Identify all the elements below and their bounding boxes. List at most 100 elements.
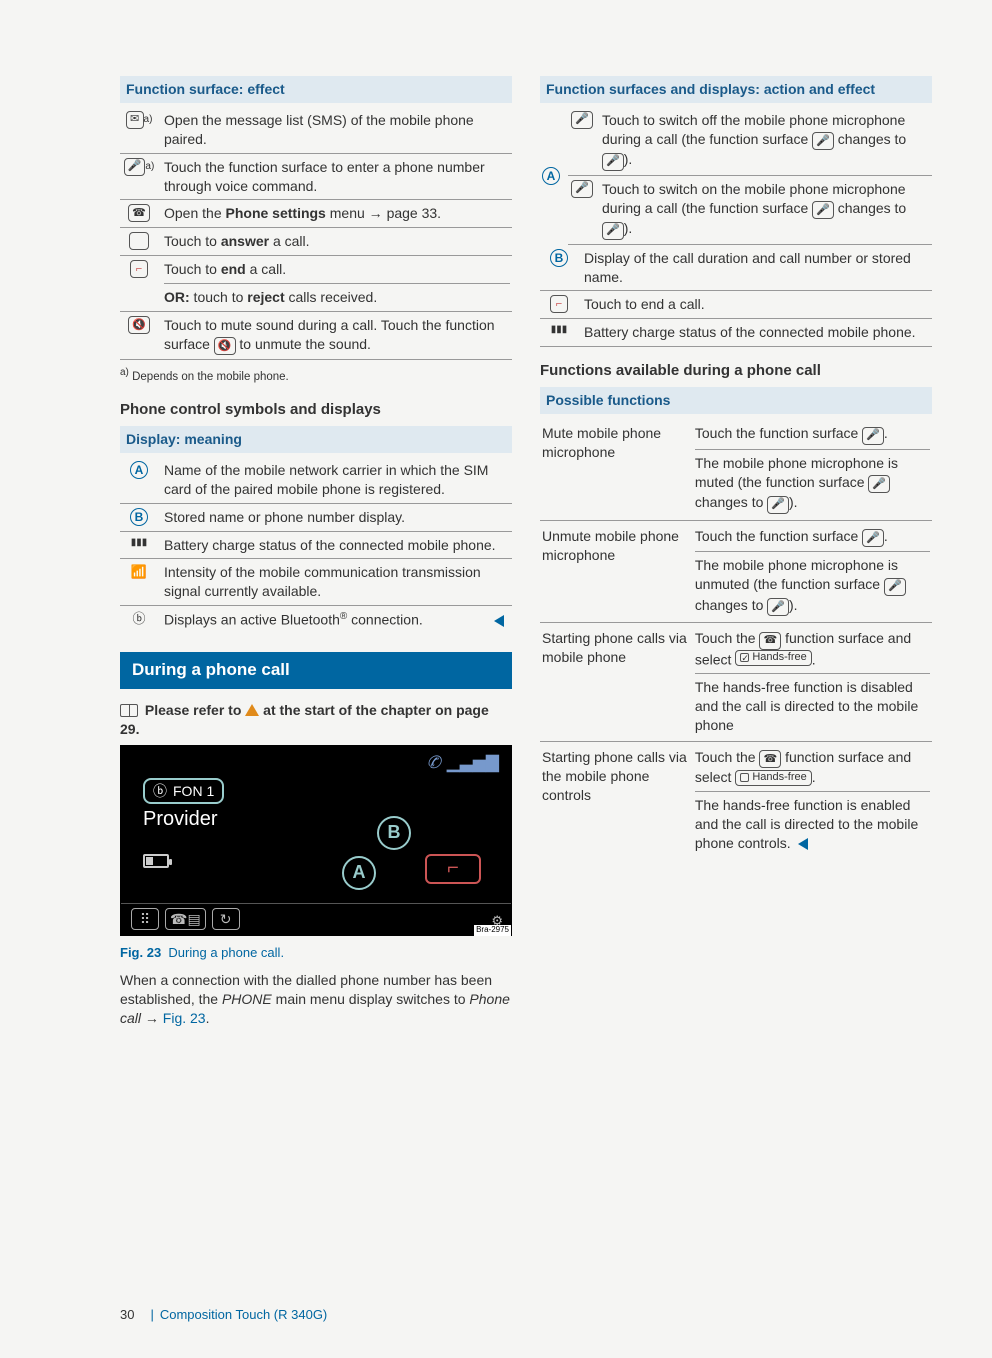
possible-functions-header: Possible functions — [540, 387, 932, 414]
t: . — [206, 1010, 210, 1026]
t: ). — [624, 220, 633, 236]
ss-marker-a: A — [342, 856, 376, 890]
ss-keypad-icon: ⠿ — [131, 908, 159, 930]
function-label: Mute mobile phone microphone — [540, 418, 693, 519]
table-row: 🔇 Touch to mute sound during a call. Tou… — [120, 312, 512, 360]
table-row: Touch to answer a call. — [120, 228, 512, 256]
t: changes to — [695, 597, 767, 613]
row-text: Touch the function surface to enter a ph… — [164, 158, 510, 196]
ss-battery-icon — [143, 854, 169, 868]
row-text: Touch to end a call. OR: touch to reject… — [164, 260, 510, 307]
warning-icon — [245, 704, 259, 716]
t: ). — [789, 494, 798, 510]
fig-link: Fig. 23 — [163, 1010, 206, 1026]
page-footer: 30|Composition Touch (R 340G) — [120, 1306, 327, 1324]
t: reject — [247, 289, 284, 305]
display-meaning-table: A Name of the mobile network carrier in … — [120, 457, 512, 634]
table-row: Mute mobile phone microphone Touch the f… — [540, 418, 932, 520]
table-row: ▮▮▮ Battery charge status of the connect… — [540, 319, 932, 347]
t: Please refer to — [145, 702, 245, 718]
mute-icon: 🔇 — [128, 316, 150, 334]
table-row: ☎ Open the Phone settings menu page 33. — [120, 200, 512, 228]
phone-surface-icon: ☎ — [759, 632, 781, 650]
ss-fon-chip: ⓑ FON 1 — [143, 778, 224, 805]
ss-bottom-bar: ⠿ ☎▤ ↻ — [121, 903, 511, 935]
figure-caption: Fig. 23 During a phone call. — [120, 944, 512, 962]
ss-end-call-button: ⌐ — [425, 854, 481, 884]
answer-icon — [129, 232, 149, 250]
hands-free-pill: Hands-free — [735, 770, 811, 786]
footnote-ref: a) — [145, 160, 154, 174]
mic-icon: 🎤 — [862, 529, 884, 547]
function-label: Unmute mobile phone microphone — [540, 521, 693, 622]
ss-calllog-icon: ↻ — [212, 908, 240, 930]
end-call-icon: ⌐ — [130, 260, 148, 278]
t: end — [221, 261, 246, 277]
text: a call. — [269, 233, 309, 249]
function-desc: Touch the ☎ function surface and select … — [693, 623, 932, 741]
bluetooth-icon: ⓑ — [122, 610, 156, 628]
t: ). — [624, 151, 633, 167]
t: The mobile phone microphone is unmuted (… — [695, 557, 898, 592]
action-effect-header: Function surfaces and displays: action a… — [540, 76, 932, 103]
t: changes to — [834, 200, 906, 216]
row-text: Touch to end a call. — [584, 295, 930, 314]
t: connection. — [347, 612, 423, 628]
t: The hands-free function is disabled and … — [695, 678, 930, 735]
t: touch to — [190, 289, 248, 305]
menu-name: Phone settings — [226, 205, 326, 221]
function-desc: Touch the ☎ function surface and select … — [693, 742, 932, 859]
table-row: ⌐ Touch to end a call. OR: touch to reje… — [120, 256, 512, 312]
signal-bars-icon: ▁▃▅▇ — [447, 753, 499, 772]
checkbox-icon — [740, 653, 749, 662]
message-icon: ✉ — [126, 111, 144, 129]
fon-label: FON 1 — [173, 782, 214, 801]
footnote-text: Depends on the mobile phone. — [132, 371, 289, 383]
marker-a: A — [542, 167, 560, 185]
marker-b: B — [550, 249, 568, 267]
mic-icon: 🎤 — [602, 222, 624, 240]
text: Open the — [164, 205, 226, 221]
battery-icon: ▮▮▮ — [542, 323, 576, 337]
mic-icon: 🎤 — [602, 153, 624, 171]
text: Touch to — [164, 233, 221, 249]
table-row: B Display of the call duration and call … — [540, 245, 932, 292]
fig23-screenshot: ✆▁▃▅▇ ⓑFON 1 Provider B A ⌐ ⠿ ☎▤ ↻ ⚙ Bra… — [120, 745, 512, 936]
row-text: Name of the mobile network carrier in wh… — [164, 461, 510, 499]
mic-icon: 🎤 — [812, 201, 834, 219]
functions-available-heading: Functions available during a phone call — [540, 361, 932, 381]
possible-functions-table: Mute mobile phone microphone Touch the f… — [540, 418, 932, 858]
table-row: Starting phone calls via mobile phone To… — [540, 623, 932, 742]
mic-icon: 🎤 — [767, 496, 789, 514]
mic-icon: 🎤 — [812, 132, 834, 150]
t: ). — [789, 597, 798, 613]
table-row: 🎤a) Touch the function surface to enter … — [120, 154, 512, 201]
t: Touch the — [695, 749, 760, 765]
body-paragraph: When a connection with the dialled phone… — [120, 971, 512, 1028]
section-end-icon — [494, 615, 504, 627]
marker-a: A — [130, 461, 148, 479]
function-desc: Touch the function surface 🎤. The mobile… — [693, 521, 932, 622]
hands-free-pill: Hands-free — [735, 650, 811, 666]
row-text: Touch to answer a call. — [164, 232, 510, 251]
t: . — [812, 651, 816, 667]
settings-surface-icon: ☎ — [128, 204, 150, 222]
arrow: → — [141, 1010, 163, 1026]
mic-icon: 🎤 — [868, 475, 890, 493]
row-text: Displays an active Bluetooth® connection… — [164, 610, 486, 630]
table-row: 📶 Intensity of the mobile communication … — [120, 559, 512, 606]
battery-icon: ▮▮▮ — [122, 536, 156, 550]
row-text: Stored name or phone number display. — [164, 508, 510, 527]
t: PHONE — [222, 991, 272, 1007]
bluetooth-icon: ⓑ — [153, 782, 167, 801]
function-desc: Touch the function surface 🎤. The mobile… — [693, 418, 932, 519]
table-row: B Stored name or phone number display. — [120, 504, 512, 532]
table-row: Starting phone calls via the mobile phon… — [540, 742, 932, 859]
text: answer — [221, 233, 269, 249]
t: main menu display switches to — [272, 991, 470, 1007]
row-text: Touch to mute sound during a call. Touch… — [164, 316, 510, 355]
table-row: ⓑ Displays an active Bluetooth® connecti… — [120, 606, 512, 634]
row-text: Intensity of the mobile communication tr… — [164, 563, 510, 601]
section-end-icon — [798, 838, 808, 850]
table-row: Unmute mobile phone microphone Touch the… — [540, 521, 932, 623]
